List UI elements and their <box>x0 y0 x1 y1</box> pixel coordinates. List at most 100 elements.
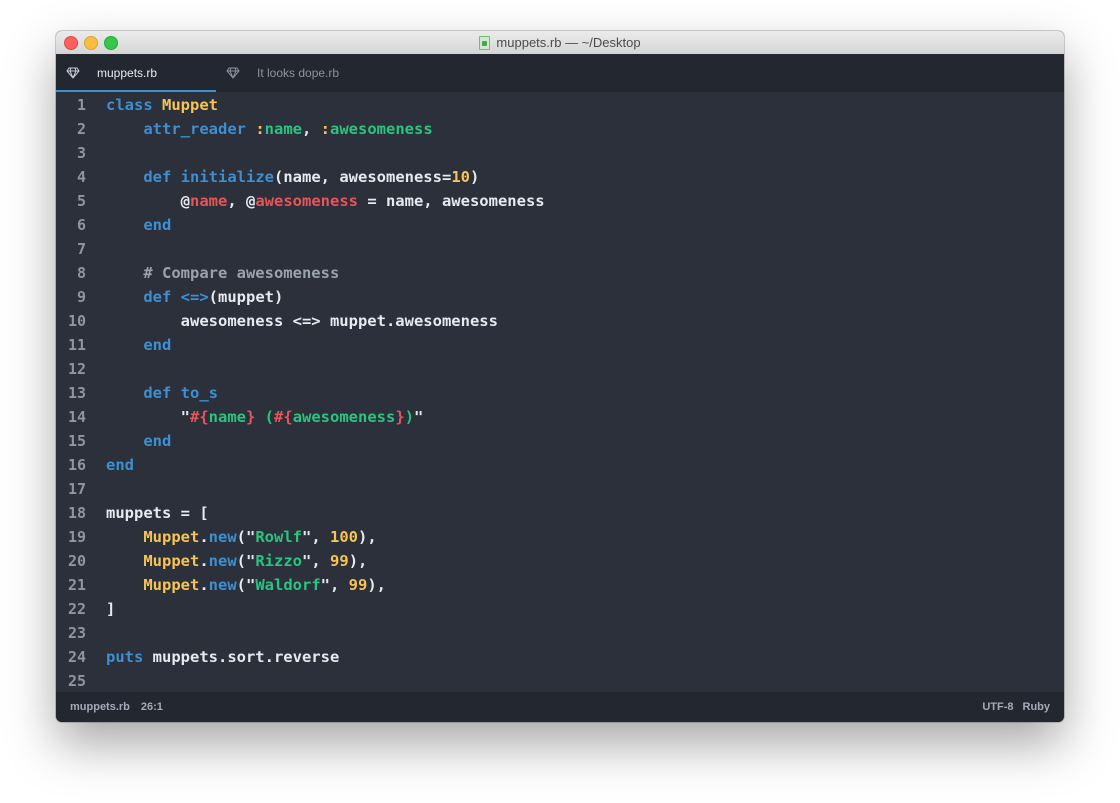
code-line[interactable]: 9 def <=>(muppet) <box>56 285 1064 309</box>
code-text: ), <box>348 552 368 570</box>
status-file-name[interactable]: muppets.rb <box>70 701 130 713</box>
line-code: awesomeness <=> muppet.awesomeness <box>106 309 498 333</box>
code-line[interactable]: 20 Muppet.new("Rizzo", 99), <box>56 549 1064 573</box>
line-number: 18 <box>67 504 86 522</box>
code-text: " <box>106 408 190 426</box>
line-code: @name, @awesomeness = name, awesomeness <box>106 189 545 213</box>
status-bar: muppets.rb 26:1 UTF-8 Ruby <box>56 692 1064 722</box>
line-number: 24 <box>67 648 86 666</box>
code-line[interactable]: 21 Muppet.new("Waldorf", 99), <box>56 573 1064 597</box>
line-code: def initialize(name, awesomeness=10) <box>106 165 479 189</box>
status-cursor-position[interactable]: 26:1 <box>141 701 163 713</box>
keyword-token: end <box>106 456 134 474</box>
code-line[interactable]: 13 def to_s <box>56 381 1064 405</box>
line-code: end <box>106 429 171 453</box>
code-line[interactable]: 19 Muppet.new("Rowlf", 100), <box>56 525 1064 549</box>
status-grammar[interactable]: Ruby <box>1023 701 1051 713</box>
code-line[interactable]: 8 # Compare awesomeness <box>56 261 1064 285</box>
code-line[interactable]: 1 class Muppet <box>56 93 1064 117</box>
code-editor[interactable]: 1 class Muppet 2 attr_reader :name, :aweso… <box>56 92 1064 692</box>
line-code: ] <box>106 597 115 621</box>
title-bar: muppets.rb — ~/Desktop <box>56 31 1064 55</box>
string-token: name <box>264 120 302 138</box>
code-text: (" <box>236 528 256 546</box>
keyword-token: to_s <box>180 384 218 402</box>
code-line[interactable]: 4 def initialize(name, awesomeness=10) <box>56 165 1064 189</box>
code-line[interactable]: 23 <box>56 621 1064 645</box>
line-number: 25 <box>67 672 86 690</box>
code-text: ", <box>302 528 331 546</box>
line-number: 1 <box>76 96 86 114</box>
number-token: 99 <box>348 576 368 594</box>
code-line[interactable]: 3 <box>56 141 1064 165</box>
line-code: def <=>(muppet) <box>106 285 283 309</box>
code-line[interactable]: 11 end <box>56 333 1064 357</box>
line-number: 6 <box>76 216 86 234</box>
code-text: ), <box>367 576 387 594</box>
keyword-token: initialize <box>180 168 274 186</box>
code-line[interactable]: 5 @name, @awesomeness = name, awesomenes… <box>56 189 1064 213</box>
status-encoding[interactable]: UTF-8 <box>982 701 1013 713</box>
keyword-token: def <box>143 384 172 402</box>
line-number: 16 <box>67 456 86 474</box>
ivar-token: #{ <box>190 408 209 426</box>
code-line[interactable]: 7 <box>56 237 1064 261</box>
line-number: 2 <box>76 120 86 138</box>
tab-muppets-rb[interactable]: muppets.rb <box>66 54 157 92</box>
line-code: Muppet.new("Rowlf", 100), <box>106 525 376 549</box>
code-line[interactable]: 10 awesomeness <=> muppet.awesomeness <box>56 309 1064 333</box>
code-text: @ <box>106 192 190 210</box>
code-line[interactable]: 17 <box>56 477 1064 501</box>
comment-token: # Compare awesomeness <box>143 264 340 282</box>
code-line[interactable]: 18 muppets = [ <box>56 501 1064 525</box>
line-number: 13 <box>67 384 86 402</box>
line-number: 3 <box>76 144 86 162</box>
line-number: 20 <box>67 552 86 570</box>
string-token: Waldorf <box>255 576 321 594</box>
code-line[interactable]: 2 attr_reader :name, :awesomeness <box>56 117 1064 141</box>
line-number: 19 <box>67 528 86 546</box>
code-line[interactable]: 6 end <box>56 213 1064 237</box>
code-text: (name, awesomeness= <box>274 168 452 186</box>
tab-bar: muppets.rb It looks dope.rb <box>56 54 1064 92</box>
line-number: 5 <box>76 192 86 210</box>
constant-token: Muppet <box>143 552 200 570</box>
code-line[interactable]: 12 <box>56 357 1064 381</box>
code-line[interactable]: 15 end <box>56 429 1064 453</box>
constant-token: Muppet <box>143 576 200 594</box>
line-number: 7 <box>76 240 86 258</box>
keyword-token: new <box>208 528 237 546</box>
editor-window: muppets.rb — ~/Desktop muppets.rb It loo… <box>56 31 1064 722</box>
code-line[interactable]: 22] <box>56 597 1064 621</box>
code-text: ] <box>106 600 116 618</box>
line-code: Muppet.new("Rizzo", 99), <box>106 549 367 573</box>
code-line[interactable]: 25 <box>56 669 1064 693</box>
constant-token: Muppet <box>162 96 219 114</box>
ivar-token: #{ <box>274 408 293 426</box>
code-text: ", <box>320 576 349 594</box>
code-text: , <box>302 120 321 138</box>
code-line[interactable]: 14 "#{name} (#{awesomeness})" <box>56 405 1064 429</box>
code-line[interactable]: 16 end <box>56 453 1064 477</box>
keyword-token: new <box>208 576 237 594</box>
string-token: ) <box>404 408 415 426</box>
code-line[interactable]: 24 puts muppets.sort.reverse <box>56 645 1064 669</box>
tab-it-looks-dope-rb[interactable]: It looks dope.rb <box>226 54 339 92</box>
line-code: # Compare awesomeness <box>106 261 339 285</box>
line-number: 10 <box>67 312 86 330</box>
keyword-token: def <box>143 288 172 306</box>
string-token: name <box>208 408 246 426</box>
window-title: muppets.rb — ~/Desktop <box>496 35 641 50</box>
code-text: . <box>199 552 209 570</box>
keyword-token: end <box>143 336 172 354</box>
